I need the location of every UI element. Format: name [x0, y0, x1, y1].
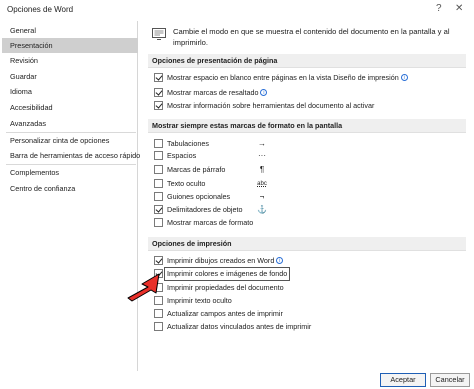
- option-hidden-text[interactable]: Texto oculto abc: [154, 178, 459, 190]
- sidebar-item-centro-confianza[interactable]: Centro de confianza: [2, 181, 138, 196]
- info-icon: i: [276, 257, 284, 264]
- option-label: Actualizar campos antes de imprimir: [167, 309, 283, 318]
- checkbox[interactable]: [154, 256, 163, 265]
- option-print-background[interactable]: Imprimir colores e imágenes de fondo: [154, 267, 459, 281]
- sidebar-item-general[interactable]: General: [2, 23, 138, 38]
- help-button[interactable]: ?: [436, 3, 442, 14]
- option-show-highlight[interactable]: Mostrar marcas de resaltado i: [154, 87, 459, 99]
- option-label: Mostrar espacio en blanco entre páginas …: [167, 73, 399, 82]
- checkbox[interactable]: [154, 101, 163, 110]
- options-main-panel: Cambie el modo en que se muestra el cont…: [140, 21, 467, 371]
- checkbox[interactable]: [154, 205, 163, 214]
- display-settings-icon: [152, 28, 166, 40]
- options-sidebar: General Presentación Revisión Guardar Id…: [2, 21, 140, 371]
- sidebar-item-guardar[interactable]: Guardar: [2, 69, 138, 84]
- option-show-tooltips[interactable]: Mostrar información sobre herramientas d…: [154, 100, 459, 112]
- info-icon: i: [260, 89, 268, 96]
- option-label: Espacios: [167, 151, 197, 160]
- sidebar-item-complementos[interactable]: Complementos: [2, 165, 138, 180]
- option-update-linked-data[interactable]: Actualizar datos vinculados antes de imp…: [154, 321, 459, 333]
- sidebar-item-revision[interactable]: Revisión: [2, 53, 138, 68]
- option-label: Tabulaciones: [167, 139, 209, 148]
- red-arrow-icon: [127, 273, 160, 302]
- option-label: Delimitadores de objeto: [167, 205, 243, 214]
- space-mark-icon: ···: [258, 151, 266, 160]
- option-print-drawings[interactable]: Imprimir dibujos creados en Word i: [154, 255, 459, 267]
- option-print-properties[interactable]: Imprimir propiedades del documento: [154, 282, 459, 294]
- option-print-hidden-text[interactable]: Imprimir texto oculto: [154, 295, 459, 307]
- option-object-anchors[interactable]: Delimitadores de objeto ⚓: [154, 204, 459, 216]
- checkbox[interactable]: [154, 192, 163, 201]
- checkbox[interactable]: [154, 309, 163, 318]
- checkbox[interactable]: [154, 151, 163, 160]
- section-print-options: Opciones de impresión: [148, 237, 466, 251]
- option-optional-hyphens[interactable]: Guiones opcionales ¬: [154, 191, 459, 203]
- dialog-footer: Aceptar Cancelar: [0, 371, 474, 389]
- section-page-display: Opciones de presentación de página: [148, 54, 466, 68]
- pilcrow-icon: ¶: [259, 165, 265, 174]
- option-all-formatting-marks[interactable]: Mostrar marcas de formato: [154, 217, 459, 229]
- accept-button[interactable]: Aceptar: [380, 373, 426, 387]
- checkbox[interactable]: [154, 165, 163, 174]
- panel-description: Cambie el modo en que se muestra el cont…: [173, 27, 450, 47]
- option-label: Mostrar marcas de resaltado: [167, 88, 259, 97]
- option-label: Mostrar marcas de formato: [167, 218, 254, 227]
- section-formatting-marks: Mostrar siempre estas marcas de formato …: [148, 119, 466, 133]
- sidebar-item-barra-acceso-rapido[interactable]: Barra de herramientas de acceso rápido: [2, 148, 140, 163]
- info-icon: i: [400, 74, 408, 81]
- checkbox[interactable]: [154, 322, 163, 331]
- hidden-text-mark-icon: abc: [257, 181, 267, 187]
- checkbox[interactable]: [154, 88, 163, 97]
- option-label: Imprimir dibujos creados en Word: [167, 256, 275, 265]
- option-update-fields[interactable]: Actualizar campos antes de imprimir: [154, 308, 459, 320]
- optional-hyphen-icon: ¬: [259, 192, 265, 201]
- option-label: Texto oculto: [167, 179, 206, 188]
- option-label: Imprimir texto oculto: [167, 296, 232, 305]
- option-show-whitespace[interactable]: Mostrar espacio en blanco entre páginas …: [154, 72, 459, 84]
- checkbox[interactable]: [154, 73, 163, 82]
- checkbox[interactable]: [154, 139, 163, 148]
- sidebar-item-presentacion[interactable]: Presentación: [2, 38, 138, 53]
- option-label: Mostrar información sobre herramientas d…: [167, 101, 375, 110]
- anchor-icon: ⚓: [257, 205, 267, 214]
- sidebar-item-avanzadas[interactable]: Avanzadas: [2, 116, 138, 131]
- option-label: Imprimir propiedades del documento: [167, 283, 284, 292]
- cancel-button[interactable]: Cancelar: [430, 373, 470, 387]
- sidebar-item-personalizar-cinta[interactable]: Personalizar cinta de opciones: [2, 133, 138, 148]
- close-button[interactable]: ✕: [455, 3, 463, 14]
- window-title: Opciones de Word: [7, 5, 74, 14]
- tab-mark-icon: →: [258, 139, 266, 148]
- option-tabs[interactable]: Tabulaciones →: [154, 138, 459, 150]
- sidebar-item-idioma[interactable]: Idioma: [2, 84, 138, 99]
- checkbox[interactable]: [154, 218, 163, 227]
- sidebar-item-accesibilidad[interactable]: Accesibilidad: [2, 100, 138, 115]
- option-paragraph-marks[interactable]: Marcas de párrafo ¶: [154, 164, 459, 176]
- option-label: Imprimir colores e imágenes de fondo: [163, 267, 291, 281]
- option-label: Marcas de párrafo: [167, 165, 226, 174]
- option-spaces[interactable]: Espacios ···: [154, 150, 459, 162]
- option-label: Guiones opcionales: [167, 192, 231, 201]
- option-label: Actualizar datos vinculados antes de imp…: [167, 322, 312, 331]
- title-bar: Opciones de Word ? ✕: [0, 0, 474, 20]
- checkbox[interactable]: [154, 179, 163, 188]
